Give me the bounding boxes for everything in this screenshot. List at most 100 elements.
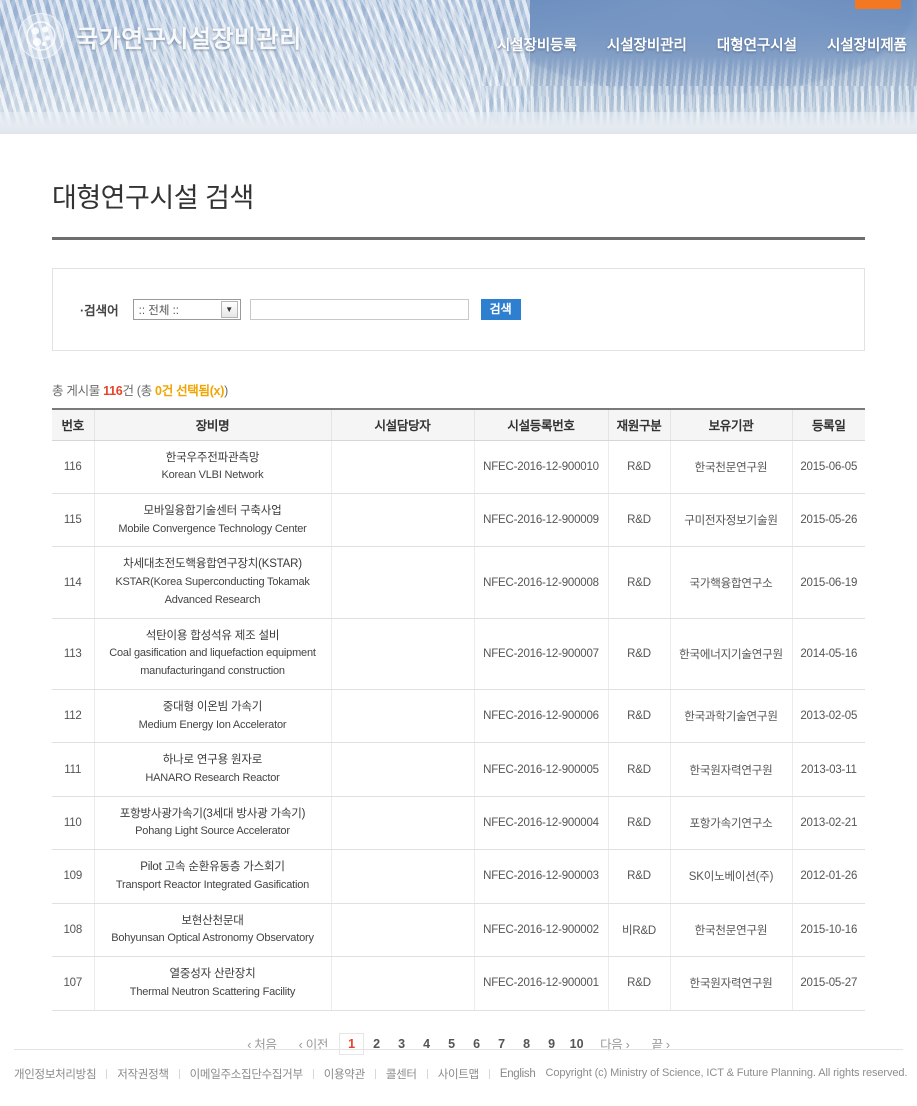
cell-manager [331,903,475,958]
cell-org: 한국원자력연구원 [670,956,793,1011]
pagination-page-6[interactable]: 6 [464,1034,489,1054]
cell-org: SK이노베이션(주) [670,849,793,904]
cell-reg-no: NFEC-2016-12-900004 [474,796,609,851]
cell-name-en: KSTAR(Korea Superconducting Tokamak Adva… [115,576,310,606]
cell-name-en: Korean VLBI Network [161,469,264,482]
cell-name[interactable]: 중대형 이온빔 가속기 Medium Energy Ion Accelerato… [94,689,332,744]
result-count-suffix: ) [224,384,228,398]
pagination-prev[interactable]: ‹ 이전 [288,1034,339,1053]
cell-fund: R&D [608,849,671,904]
facility-table-body: 116 한국우주전파관측망 Korean VLBI Network NFEC-2… [52,440,865,1011]
page-title: 대형연구시설 검색 [52,183,254,213]
result-count-total: 116 [103,384,123,398]
cell-reg-no: NFEC-2016-12-900010 [474,440,609,494]
cell-name[interactable]: 포항방사광가속기(3세대 방사광 가속기) Pohang Light Sourc… [94,796,332,851]
cell-reg-no: NFEC-2016-12-900001 [474,956,609,1011]
pagination-first[interactable]: ‹ 처음 [236,1034,287,1053]
search-button[interactable]: 검색 [480,299,521,320]
cell-name[interactable]: Pilot 고속 순환유동층 가스회기 Transport Reactor In… [94,849,332,904]
table-row[interactable]: 113 석탄이용 합성석유 제조 설비 Coal gasification an… [52,618,865,690]
cell-reg-no: NFEC-2016-12-900007 [474,618,609,690]
cell-no: 111 [52,742,95,797]
nav-item-facility-register[interactable]: 시설장비등록 [497,34,577,55]
footer-link-callcenter[interactable]: 콜센터 [376,1066,427,1082]
table-row[interactable]: 115 모바일융합기술센터 구축사업 Mobile Convergence Te… [52,493,865,548]
table-row[interactable]: 109 Pilot 고속 순환유동층 가스회기 Transport Reacto… [52,849,865,904]
cell-name[interactable]: 하나로 연구용 원자로 HANARO Research Reactor [94,742,332,797]
column-header-no: 번호 [52,408,95,441]
cell-fund: R&D [608,440,671,494]
cell-reg-date: 2015-06-05 [792,440,865,494]
cell-name[interactable]: 보현산천문대 Bohyunsan Optical Astronomy Obser… [94,903,332,958]
facility-table-head: 번호 장비명 시설담당자 시설등록번호 재원구분 보유기관 등록일 [52,408,865,441]
cell-manager [331,742,475,797]
cell-name-ko: 보현산천문대 [181,914,244,927]
cell-fund: R&D [608,493,671,548]
footer-link-email-refuse[interactable]: 이메일주소집단수집거부 [180,1066,313,1082]
cell-org: 한국천문연구원 [670,903,793,958]
cell-manager [331,618,475,690]
pagination-page-4[interactable]: 4 [414,1034,439,1054]
footer-copyright: Copyright (c) Ministry of Science, ICT &… [545,1067,908,1079]
cell-manager [331,440,475,494]
pagination-page-9[interactable]: 9 [539,1034,564,1054]
table-row[interactable]: 110 포항방사광가속기(3세대 방사광 가속기) Pohang Light S… [52,796,865,851]
cell-name[interactable]: 차세대초전도핵융합연구장치(KSTAR) KSTAR(Korea Superco… [94,546,332,619]
pagination-page-5[interactable]: 5 [439,1034,464,1054]
table-row[interactable]: 108 보현산천문대 Bohyunsan Optical Astronomy O… [52,903,865,958]
nav-item-large-research-facility[interactable]: 대형연구시설 [717,34,797,55]
nav-item-facility-products[interactable]: 시설장비제품 [827,34,907,55]
cell-no: 109 [52,849,95,904]
pagination-last[interactable]: 끝 › [641,1034,681,1053]
cell-org: 한국과학기술연구원 [670,689,793,744]
footer-link-english[interactable]: English [490,1068,546,1080]
table-row[interactable]: 114 차세대초전도핵융합연구장치(KSTAR) KSTAR(Korea Sup… [52,546,865,619]
cell-reg-date: 2015-05-26 [792,493,865,548]
cell-fund: R&D [608,742,671,797]
pagination-page-8[interactable]: 8 [514,1034,539,1054]
cell-name-ko: 중대형 이온빔 가속기 [162,700,263,713]
cell-manager [331,849,475,904]
cell-reg-date: 2013-02-21 [792,796,865,851]
cell-name-en: Thermal Neutron Scattering Facility [129,985,296,998]
cell-name[interactable]: 한국우주전파관측망 Korean VLBI Network [94,440,332,494]
cell-reg-date: 2013-02-05 [792,689,865,744]
cell-name-ko: 차세대초전도핵융합연구장치(KSTAR) [123,558,302,571]
cell-reg-date: 2015-10-16 [792,903,865,958]
search-input[interactable] [249,299,469,320]
cell-name[interactable]: 석탄이용 합성석유 제조 설비 Coal gasification and li… [94,618,332,690]
clear-selection-button[interactable]: (x) [210,384,225,398]
site-logo[interactable]: 국가연구시설장비관리 [18,13,302,59]
cell-no: 108 [52,903,95,958]
pagination-page-10[interactable]: 10 [564,1034,589,1054]
gear-emblem-icon [18,13,64,59]
footer-link-terms[interactable]: 이용약관 [314,1066,375,1082]
pagination-page-1[interactable]: 1 [339,1032,365,1055]
search-label: ·검색어 [80,304,119,318]
search-category-select[interactable]: :: 전체 :: ▼ [132,299,241,320]
cell-no: 113 [52,618,95,690]
column-header-name: 장비명 [94,408,332,441]
pagination-page-7[interactable]: 7 [489,1034,514,1054]
column-header-manager: 시설담당자 [331,408,475,441]
table-row[interactable]: 116 한국우주전파관측망 Korean VLBI Network NFEC-2… [52,440,865,494]
nav-item-facility-management[interactable]: 시설장비관리 [607,34,687,55]
footer-link-copyright[interactable]: 저작권정책 [107,1066,178,1082]
cell-manager [331,689,475,744]
cell-org: 한국에너지기술연구원 [670,618,793,690]
pagination-page-3[interactable]: 3 [389,1034,414,1054]
cell-name-ko: 하나로 연구용 원자로 [162,754,263,767]
table-row[interactable]: 107 열중성자 산란장치 Thermal Neutron Scattering… [52,956,865,1011]
footer-link-sitemap[interactable]: 사이트맵 [428,1066,489,1082]
table-row[interactable]: 112 중대형 이온빔 가속기 Medium Energy Ion Accele… [52,689,865,744]
chevron-down-icon: ▼ [220,301,238,318]
pagination-page-2[interactable]: 2 [364,1034,389,1054]
table-row[interactable]: 111 하나로 연구용 원자로 HANARO Research Reactor … [52,742,865,797]
cell-org: 한국원자력연구원 [670,742,793,797]
pagination-next[interactable]: 다음 › [589,1034,640,1053]
cell-name[interactable]: 열중성자 산란장치 Thermal Neutron Scattering Fac… [94,956,332,1011]
cell-fund: 비R&D [608,903,671,958]
footer-link-privacy[interactable]: 개인정보처리방침 [14,1066,106,1082]
cell-name[interactable]: 모바일융합기술센터 구축사업 Mobile Convergence Techno… [94,493,332,548]
cell-name-en: Transport Reactor Integrated Gasificatio… [115,878,310,891]
